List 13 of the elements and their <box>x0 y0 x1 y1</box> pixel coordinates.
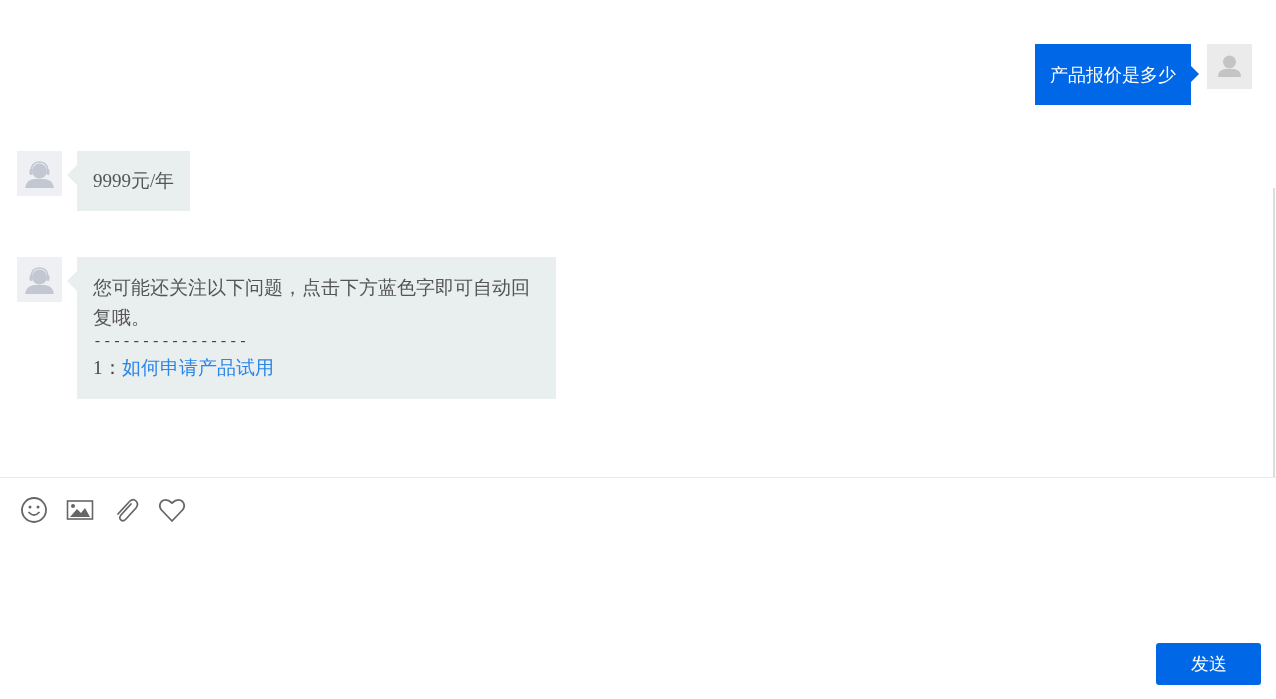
message-bubble: 产品报价是多少 <box>1035 44 1199 105</box>
heart-icon[interactable] <box>158 496 186 524</box>
emoji-icon[interactable] <box>20 496 48 524</box>
message-text: 9999元/年 <box>93 169 175 193</box>
send-button[interactable]: 发送 <box>1156 643 1261 685</box>
message-text: 您可能还关注以下问题，点击下方蓝色字即可自动回复哦。 <box>93 276 531 330</box>
question-link[interactable]: 如何申请产品试用 <box>121 357 274 378</box>
question-number: 1： <box>93 357 122 378</box>
agent-avatar <box>17 151 62 196</box>
user-avatar <box>1207 44 1252 89</box>
agent-avatar <box>17 257 62 302</box>
dashed-divider: ---------------- <box>93 333 250 353</box>
bubble-tail <box>1191 66 1199 82</box>
